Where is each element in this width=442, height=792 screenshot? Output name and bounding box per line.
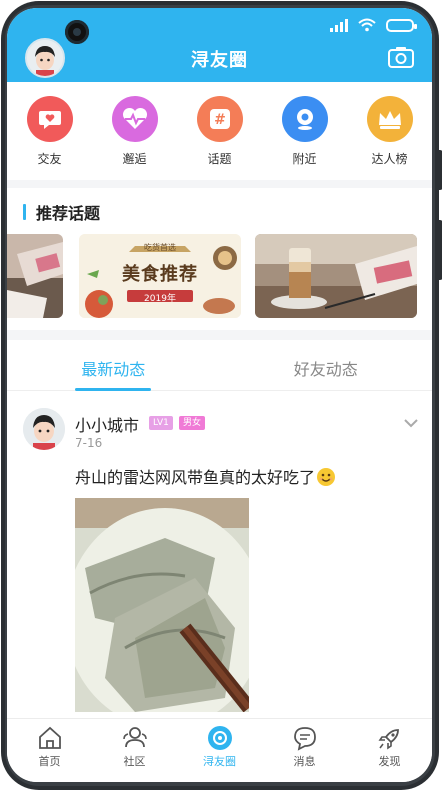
nav-circle[interactable]: 浔友圈 xyxy=(177,719,262,782)
banner-tag: 吃货首选 xyxy=(144,243,176,252)
topic-card-left[interactable] xyxy=(7,234,63,318)
hashtag-icon: # xyxy=(196,96,243,142)
screen: 浔友圈 交友 邂逅 # 话题 附近 达人榜 推荐话题 吃货首选 美食推荐 201… xyxy=(7,8,432,782)
category-row: 交友 邂逅 # 话题 附近 达人榜 xyxy=(7,96,432,176)
category-label: 附近 xyxy=(292,152,317,166)
banner-year: 2019年 xyxy=(144,294,176,304)
crown-icon xyxy=(366,96,413,142)
post-text-content: 舟山的雷达网风带鱼真的太好吃了 xyxy=(75,468,316,487)
signal-icon xyxy=(330,18,348,32)
battery-icon xyxy=(386,18,417,32)
nav-label: 浔友圈 xyxy=(203,755,236,768)
topic-card-coffee[interactable] xyxy=(255,234,417,318)
nav-messages[interactable]: 消息 xyxy=(262,719,347,782)
phone-frame: 浔友圈 交友 邂逅 # 话题 附近 达人榜 推荐话题 吃货首选 美食推荐 201… xyxy=(0,0,442,792)
category-fujin[interactable]: 附近 xyxy=(270,96,340,176)
category-label: 邂逅 xyxy=(122,152,147,166)
app-header: 浔友圈 xyxy=(7,8,432,82)
section-accent-bar xyxy=(23,204,26,220)
bottom-nav: 首页 社区 浔友圈 消息 发现 xyxy=(7,718,432,782)
wifi-icon xyxy=(358,18,376,32)
post-text: 舟山的雷达网风带鱼真的太好吃了 xyxy=(75,464,336,488)
nav-label: 社区 xyxy=(123,755,146,768)
category-xiehou[interactable]: 邂逅 xyxy=(100,96,170,176)
category-darenbang[interactable]: 达人榜 xyxy=(355,96,425,176)
home-icon xyxy=(38,726,61,749)
heartbeat-icon xyxy=(111,96,158,142)
gender-badge: 男女 xyxy=(179,416,206,430)
message-icon xyxy=(293,727,316,751)
nav-label: 首页 xyxy=(38,755,61,768)
category-jiaoyou[interactable]: 交友 xyxy=(15,96,85,176)
category-huati[interactable]: # 话题 xyxy=(185,96,255,176)
community-icon xyxy=(122,727,147,748)
circle-icon xyxy=(207,726,232,750)
post-date: 7-16 xyxy=(75,436,103,450)
nav-community[interactable]: 社区 xyxy=(92,719,177,782)
section-divider xyxy=(7,330,432,340)
topic-card-food[interactable]: 吃货首选 美食推荐 2019年 xyxy=(79,234,241,318)
nav-label: 发现 xyxy=(378,755,401,768)
topic-carousel[interactable]: 吃货首选 美食推荐 2019年 xyxy=(7,234,432,318)
topics-title: 推荐话题 xyxy=(36,204,101,223)
category-label: 达人榜 xyxy=(371,152,408,166)
post-username[interactable]: 小小城市 xyxy=(75,412,139,436)
category-label: 交友 xyxy=(37,152,62,166)
chevron-down-icon[interactable] xyxy=(404,418,418,428)
tab-latest[interactable]: 最新动态 xyxy=(7,348,220,391)
topics-header: 推荐话题 xyxy=(23,200,100,224)
nav-home[interactable]: 首页 xyxy=(7,719,92,782)
avatar-face-icon xyxy=(23,408,65,450)
section-divider xyxy=(7,180,432,188)
post-photo[interactable] xyxy=(75,498,249,712)
page-title: 浔友圈 xyxy=(191,50,248,71)
level-badge: LV1 xyxy=(149,416,173,430)
banner-headline: 美食推荐 xyxy=(122,264,198,285)
feed-tabs: 最新动态 好友动态 xyxy=(7,348,432,391)
svg-text:#: # xyxy=(214,112,226,128)
smile-emoji-icon xyxy=(317,468,336,486)
nav-discover[interactable]: 发现 xyxy=(347,719,432,782)
tab-friends[interactable]: 好友动态 xyxy=(220,348,433,390)
rocket-icon xyxy=(378,729,399,750)
location-icon xyxy=(281,96,328,142)
post-avatar[interactable] xyxy=(23,408,65,450)
cafe-table-image xyxy=(7,234,63,318)
camera-icon[interactable] xyxy=(388,46,414,68)
category-label: 话题 xyxy=(207,152,232,166)
front-camera xyxy=(65,20,89,44)
fish-dish-image xyxy=(75,498,249,712)
status-bar xyxy=(330,18,417,32)
nav-label: 消息 xyxy=(293,755,316,768)
heart-chat-icon xyxy=(26,96,73,142)
coffee-image xyxy=(255,234,417,318)
